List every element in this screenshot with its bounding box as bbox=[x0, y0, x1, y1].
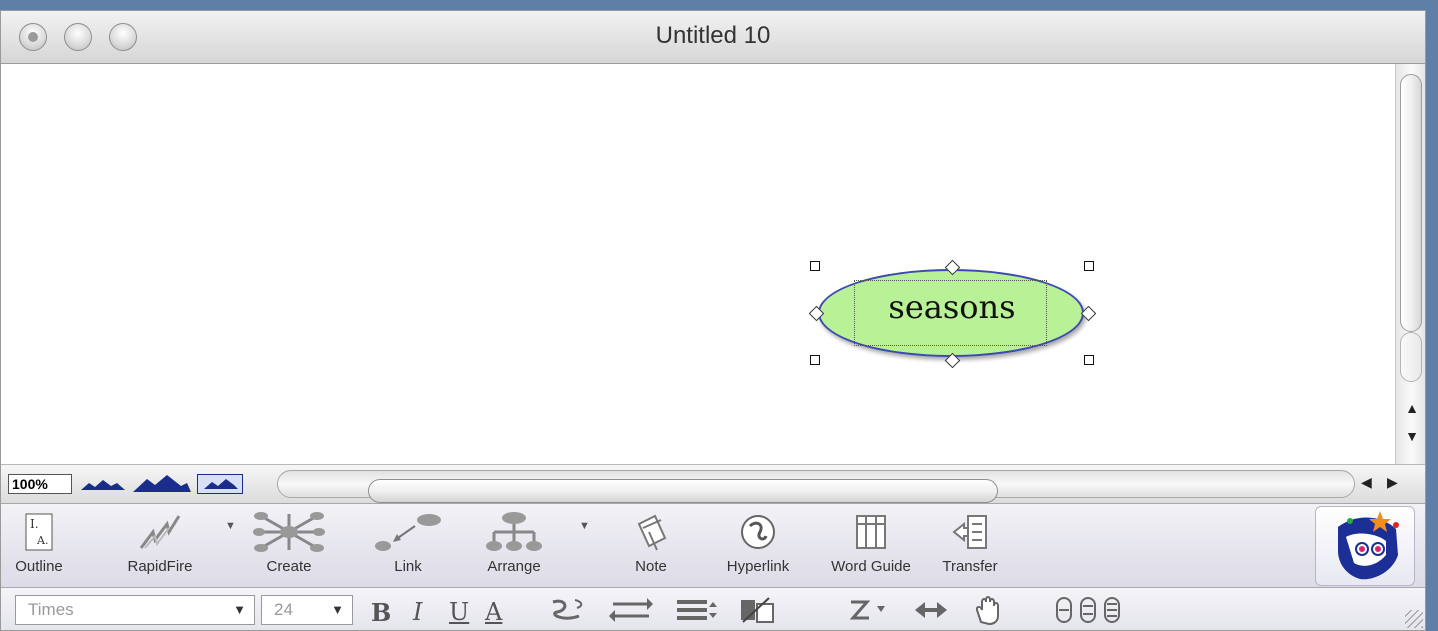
arrange-tool[interactable]: Arrange bbox=[479, 508, 549, 584]
vertical-scroll-track-end bbox=[1400, 332, 1422, 382]
resize-handle-top-right[interactable] bbox=[1084, 261, 1094, 271]
rapidfire-tool[interactable]: RapidFire bbox=[115, 508, 205, 584]
hyperlink-icon bbox=[717, 508, 799, 556]
line-thickness-icon[interactable] bbox=[675, 596, 721, 629]
bold-button[interactable]: B bbox=[371, 598, 391, 627]
scroll-right-arrow-icon[interactable]: ▶ bbox=[1387, 474, 1398, 491]
word-guide-tool[interactable]: Word Guide bbox=[817, 508, 925, 584]
svg-text:I.: I. bbox=[30, 517, 39, 531]
node-label[interactable]: seasons bbox=[806, 291, 1098, 323]
font-size-select[interactable]: 24 ▼ bbox=[261, 595, 353, 625]
resize-handle-top-left[interactable] bbox=[810, 261, 820, 271]
zoom-out-icon[interactable] bbox=[77, 474, 129, 494]
create-icon bbox=[253, 508, 325, 556]
arrange-dropdown-arrow-icon[interactable]: ▼ bbox=[579, 520, 590, 532]
resize-handle-bottom-right[interactable] bbox=[1084, 355, 1094, 365]
link-style-icon[interactable] bbox=[547, 596, 591, 629]
zoom-level-field[interactable]: 100% bbox=[8, 474, 72, 494]
create-tool[interactable]: Create bbox=[253, 508, 325, 584]
transparency-icon[interactable] bbox=[739, 596, 779, 629]
outline-tool[interactable]: I. A. Outline bbox=[11, 508, 67, 584]
resize-handle-bottom-left[interactable] bbox=[810, 355, 820, 365]
vertical-scrollbar[interactable]: ▲ ▼ bbox=[1395, 64, 1425, 464]
scroll-down-arrow-icon[interactable]: ▼ bbox=[1396, 428, 1425, 444]
symbol-group-icon[interactable] bbox=[1055, 596, 1127, 629]
rapidfire-dropdown-arrow-icon[interactable]: ▼ bbox=[225, 520, 236, 532]
text-color-button[interactable]: A bbox=[485, 598, 502, 626]
zoom-scroll-bar: 100% ◀ ▶ bbox=[1, 464, 1425, 504]
vertical-scroll-thumb[interactable] bbox=[1400, 74, 1422, 332]
resize-grip-icon[interactable] bbox=[1405, 610, 1423, 628]
move-horizontal-icon[interactable] bbox=[913, 596, 949, 629]
link-type-icon[interactable] bbox=[847, 596, 891, 629]
inspiration-logo-icon[interactable] bbox=[1315, 506, 1415, 586]
horizontal-scroll-thumb[interactable] bbox=[368, 479, 998, 503]
transfer-icon bbox=[935, 508, 1005, 556]
underline-button[interactable]: U bbox=[449, 598, 469, 626]
link-direction-icon[interactable] bbox=[609, 596, 653, 629]
main-toolbar: I. A. Outline RapidFire ▼ Create Link Ar… bbox=[1, 504, 1425, 588]
zoom-in-icon[interactable] bbox=[131, 474, 193, 494]
horizontal-scrollbar[interactable] bbox=[277, 470, 1355, 503]
app-window: Untitled 10 seasons ▲ ▼ 100% ◀ ▶ I. A. O… bbox=[0, 10, 1426, 631]
symbol-node[interactable]: seasons bbox=[806, 257, 1098, 371]
rapidfire-icon bbox=[115, 508, 205, 556]
hyperlink-tool[interactable]: Hyperlink bbox=[717, 508, 799, 584]
outline-icon: I. A. bbox=[11, 508, 67, 556]
diagram-canvas[interactable]: seasons bbox=[1, 64, 1395, 464]
italic-button[interactable]: I bbox=[413, 598, 422, 626]
font-family-select[interactable]: Times ▼ bbox=[15, 595, 255, 625]
transfer-tool[interactable]: Transfer bbox=[935, 508, 1005, 584]
arrange-icon bbox=[479, 508, 549, 556]
window-title: Untitled 10 bbox=[655, 22, 771, 49]
title-bar[interactable]: Untitled 10 bbox=[1, 11, 1425, 64]
hand-icon[interactable] bbox=[971, 596, 1007, 630]
scroll-left-arrow-icon[interactable]: ◀ bbox=[1361, 474, 1372, 491]
format-bar: Times ▼ 24 ▼ B I U A bbox=[1, 588, 1425, 630]
zoom-fit-icon[interactable] bbox=[197, 474, 243, 494]
note-icon bbox=[621, 508, 681, 556]
link-tool[interactable]: Link bbox=[373, 508, 443, 584]
word-guide-icon bbox=[817, 508, 925, 556]
chevron-down-icon: ▼ bbox=[331, 602, 344, 617]
chevron-down-icon: ▼ bbox=[233, 602, 246, 617]
scroll-up-arrow-icon[interactable]: ▲ bbox=[1396, 400, 1425, 416]
link-icon bbox=[373, 508, 443, 556]
note-tool[interactable]: Note bbox=[621, 508, 681, 584]
svg-text:A.: A. bbox=[36, 534, 48, 547]
